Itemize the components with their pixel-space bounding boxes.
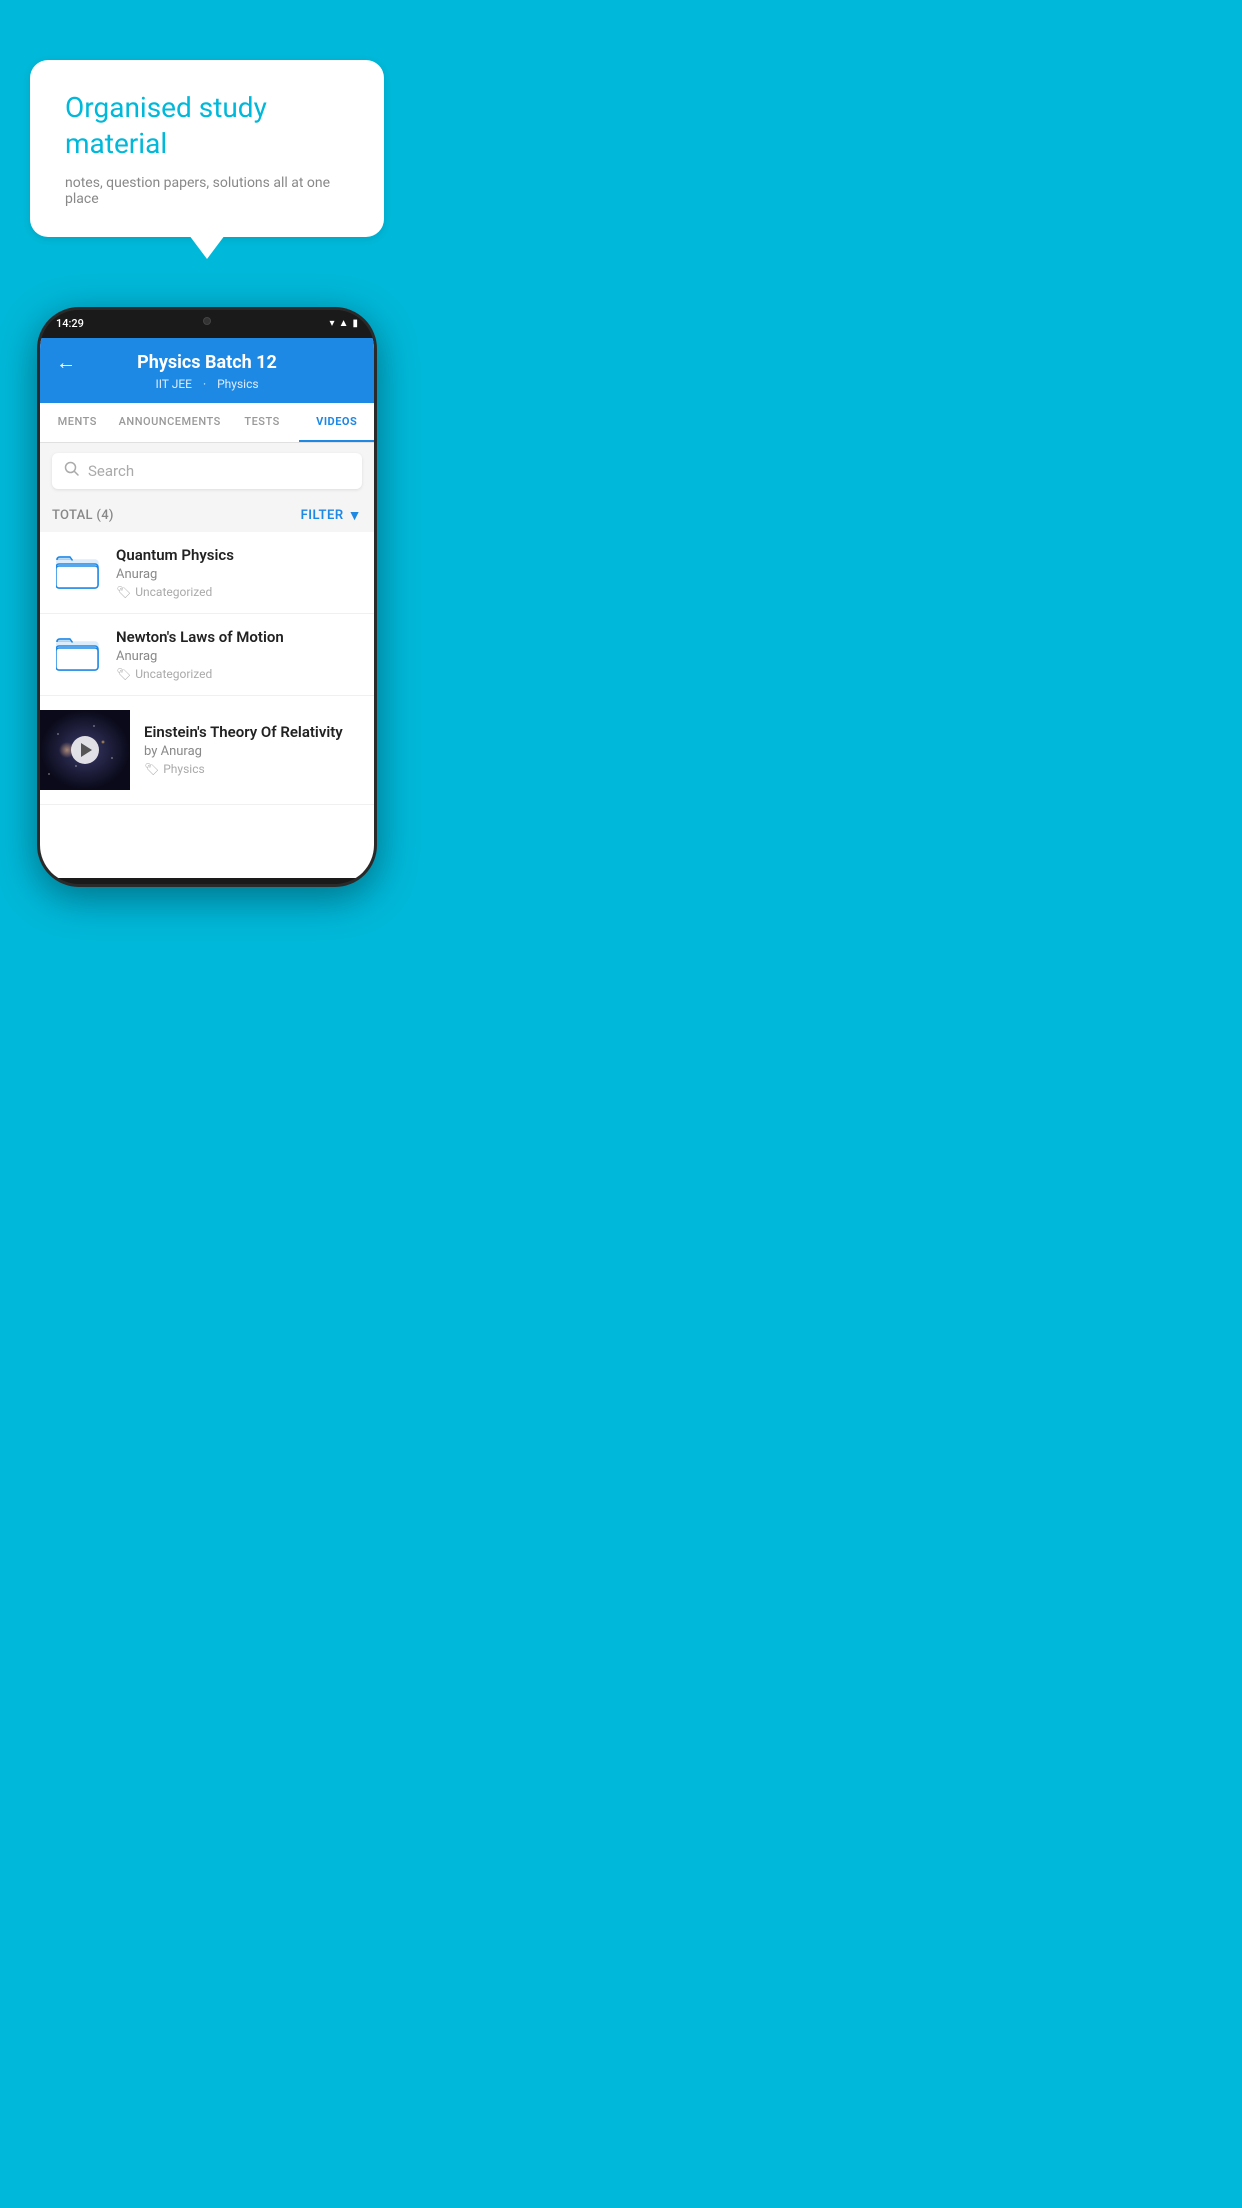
filter-label: FILTER bbox=[301, 508, 344, 523]
video-title: Quantum Physics bbox=[116, 546, 360, 564]
filter-button[interactable]: FILTER ▼ bbox=[301, 507, 362, 524]
video-info: Newton's Laws of Motion Anurag 🏷 Uncateg… bbox=[116, 628, 360, 681]
status-bar: 14:29 ▾ ▲ ▮ bbox=[40, 310, 374, 338]
volume-down-button bbox=[37, 480, 40, 510]
tag-icon: 🏷 bbox=[116, 667, 131, 681]
video-info: Quantum Physics Anurag 🏷 Uncategorized bbox=[116, 546, 360, 599]
search-icon bbox=[64, 461, 80, 481]
tag-label: Physics bbox=[163, 762, 204, 776]
status-icons: ▾ ▲ ▮ bbox=[330, 318, 358, 329]
folder-icon bbox=[56, 552, 100, 592]
phone-screen: ← Physics Batch 12 IIT JEE · Physics MEN… bbox=[40, 338, 374, 878]
tab-videos[interactable]: VIDEOS bbox=[299, 403, 374, 442]
subtitle-part2: Physics bbox=[217, 377, 258, 391]
list-item[interactable]: Quantum Physics Anurag 🏷 Uncategorized bbox=[40, 532, 374, 614]
camera bbox=[203, 317, 211, 325]
top-section: Organised study material notes, question… bbox=[0, 0, 414, 257]
tag-label: Uncategorized bbox=[135, 585, 212, 599]
search-bar-wrapper: Search bbox=[40, 443, 374, 499]
volume-silent-button bbox=[37, 410, 40, 430]
phone-wrapper: 14:29 ▾ ▲ ▮ ← Physics Batch 12 IIT JEE · bbox=[0, 307, 414, 887]
video-title: Einstein's Theory Of Relativity bbox=[144, 723, 360, 741]
app-header: ← Physics Batch 12 IIT JEE · Physics bbox=[40, 338, 374, 403]
video-tag: 🏷 Uncategorized bbox=[116, 667, 360, 681]
video-tag: 🏷 Physics bbox=[144, 762, 360, 776]
back-button[interactable]: ← bbox=[56, 350, 76, 375]
bubble-title: Organised study material bbox=[65, 90, 349, 163]
status-time: 14:29 bbox=[56, 317, 84, 330]
tag-icon: 🏷 bbox=[116, 585, 131, 599]
search-input-field[interactable]: Search bbox=[52, 453, 362, 489]
header-subtitle: IIT JEE · Physics bbox=[151, 377, 262, 391]
filter-icon: ▼ bbox=[348, 507, 362, 524]
video-author: by Anurag bbox=[144, 744, 360, 759]
play-icon bbox=[81, 743, 92, 757]
power-button bbox=[374, 430, 377, 460]
bubble-subtitle: notes, question papers, solutions all at… bbox=[65, 175, 349, 207]
battery-icon: ▮ bbox=[352, 318, 358, 329]
list-item[interactable]: Einstein's Theory Of Relativity by Anura… bbox=[40, 696, 374, 805]
tab-ments[interactable]: MENTS bbox=[40, 403, 115, 442]
tab-tests[interactable]: TESTS bbox=[225, 403, 300, 442]
video-info: Einstein's Theory Of Relativity by Anura… bbox=[130, 723, 360, 776]
speech-bubble: Organised study material notes, question… bbox=[30, 60, 384, 237]
video-thumbnail bbox=[40, 710, 130, 790]
tab-bar: MENTS ANNOUNCEMENTS TESTS VIDEOS bbox=[40, 403, 374, 443]
folder-icon bbox=[56, 634, 100, 674]
play-button[interactable] bbox=[71, 736, 99, 764]
total-count-label: TOTAL (4) bbox=[52, 508, 114, 523]
phone-mockup: 14:29 ▾ ▲ ▮ ← Physics Batch 12 IIT JEE · bbox=[37, 307, 377, 887]
wifi-icon: ▾ bbox=[330, 318, 335, 329]
filter-row: TOTAL (4) FILTER ▼ bbox=[40, 499, 374, 532]
video-title: Newton's Laws of Motion bbox=[116, 628, 360, 646]
signal-icon: ▲ bbox=[339, 318, 349, 329]
video-tag: 🏷 Uncategorized bbox=[116, 585, 360, 599]
subtitle-part1: IIT JEE bbox=[155, 377, 192, 391]
video-list: Quantum Physics Anurag 🏷 Uncategorized bbox=[40, 532, 374, 805]
folder-icon-wrapper bbox=[54, 546, 102, 598]
folder-icon-wrapper bbox=[54, 628, 102, 680]
header-title: Physics Batch 12 bbox=[137, 352, 277, 373]
tab-announcements[interactable]: ANNOUNCEMENTS bbox=[115, 403, 225, 442]
list-item[interactable]: Newton's Laws of Motion Anurag 🏷 Uncateg… bbox=[40, 614, 374, 696]
tag-label: Uncategorized bbox=[135, 667, 212, 681]
video-author: Anurag bbox=[116, 567, 360, 582]
volume-up-button bbox=[37, 440, 40, 470]
notch bbox=[167, 310, 247, 332]
video-author: Anurag bbox=[116, 649, 360, 664]
header-top: ← Physics Batch 12 bbox=[56, 352, 358, 373]
tag-icon: 🏷 bbox=[144, 762, 159, 776]
subtitle-separator: · bbox=[203, 377, 209, 391]
search-placeholder: Search bbox=[88, 462, 134, 480]
